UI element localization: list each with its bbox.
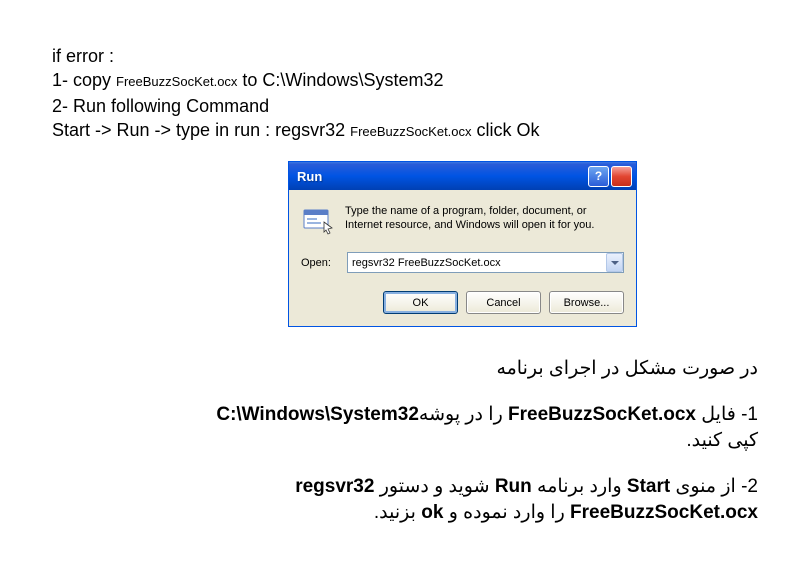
en-line4a: Start -> Run -> type in run : regsvr32 — [52, 120, 350, 140]
fa-p2-path: C:\Windows\System32 — [216, 404, 419, 425]
fa-p3c: شوید و دستور — [374, 476, 494, 497]
fa-p3: 2- از منوی Start وارد برنامه Run شوید و … — [198, 474, 758, 526]
run-program-icon — [301, 204, 333, 236]
en-line2a: 1- copy — [52, 70, 116, 90]
fa-p2-file: FreeBuzzSocKet.ocx — [508, 404, 696, 425]
en-line2c: to C:\Windows\System32 — [237, 70, 443, 90]
en-line4c: click Ok — [472, 120, 540, 140]
fa-p3-run: Run — [495, 476, 532, 497]
dialog-info-row: Type the name of a program, folder, docu… — [301, 204, 624, 236]
fa-p3e: بزنید. — [374, 502, 421, 523]
dialog-description: Type the name of a program, folder, docu… — [345, 204, 624, 232]
fa-p2c: کپی کنید. — [686, 430, 758, 451]
en-line3: 2- Run following Command — [52, 94, 540, 118]
close-button[interactable] — [611, 166, 632, 187]
fa-p2b: را در پوشه — [419, 404, 508, 425]
dialog-body: Type the name of a program, folder, docu… — [289, 190, 636, 326]
run-dialog: Run ? Type the name of a program, folder… — [288, 161, 637, 327]
fa-p2: 1- فایل FreeBuzzSocKet.ocx را در پوشهC:\… — [198, 402, 758, 454]
en-line2: 1- copy FreeBuzzSocKet.ocx to C:\Windows… — [52, 68, 540, 94]
dialog-title: Run — [297, 169, 586, 184]
help-icon: ? — [595, 169, 602, 183]
dialog-titlebar: Run ? — [289, 162, 636, 190]
farsi-instructions: در صورت مشکل در اجرای برنامه 1- فایل Fre… — [198, 356, 758, 546]
open-label: Open: — [301, 257, 337, 269]
run-input-value: regsvr32 FreeBuzzSocKet.ocx — [352, 257, 606, 269]
run-input-combobox[interactable]: regsvr32 FreeBuzzSocKet.ocx — [347, 252, 624, 273]
fa-p2a: 1- فایل — [696, 404, 758, 425]
fa-p3-ok: ok — [421, 502, 443, 523]
fa-p3d: را وارد نموده و — [443, 502, 570, 523]
english-instructions: if error : 1- copy FreeBuzzSocKet.ocx to… — [52, 44, 540, 144]
en-line1: if error : — [52, 44, 540, 68]
en-line4b: FreeBuzzSocKet.ocx — [350, 124, 471, 139]
fa-p3a: 2- از منوی — [670, 476, 758, 497]
help-button[interactable]: ? — [588, 166, 609, 187]
en-line2b: FreeBuzzSocKet.ocx — [116, 74, 237, 89]
chevron-down-icon — [611, 257, 619, 269]
fa-p3b: وارد برنامه — [532, 476, 627, 497]
dialog-buttons: OK Cancel Browse... — [301, 291, 624, 314]
open-row: Open: regsvr32 FreeBuzzSocKet.ocx — [301, 252, 624, 273]
en-line4: Start -> Run -> type in run : regsvr32 F… — [52, 118, 540, 144]
fa-p3-start: Start — [627, 476, 670, 497]
cancel-button[interactable]: Cancel — [466, 291, 541, 314]
dropdown-button[interactable] — [606, 253, 623, 272]
fa-p1: در صورت مشکل در اجرای برنامه — [198, 356, 758, 382]
browse-button[interactable]: Browse... — [549, 291, 624, 314]
ok-button[interactable]: OK — [383, 291, 458, 314]
